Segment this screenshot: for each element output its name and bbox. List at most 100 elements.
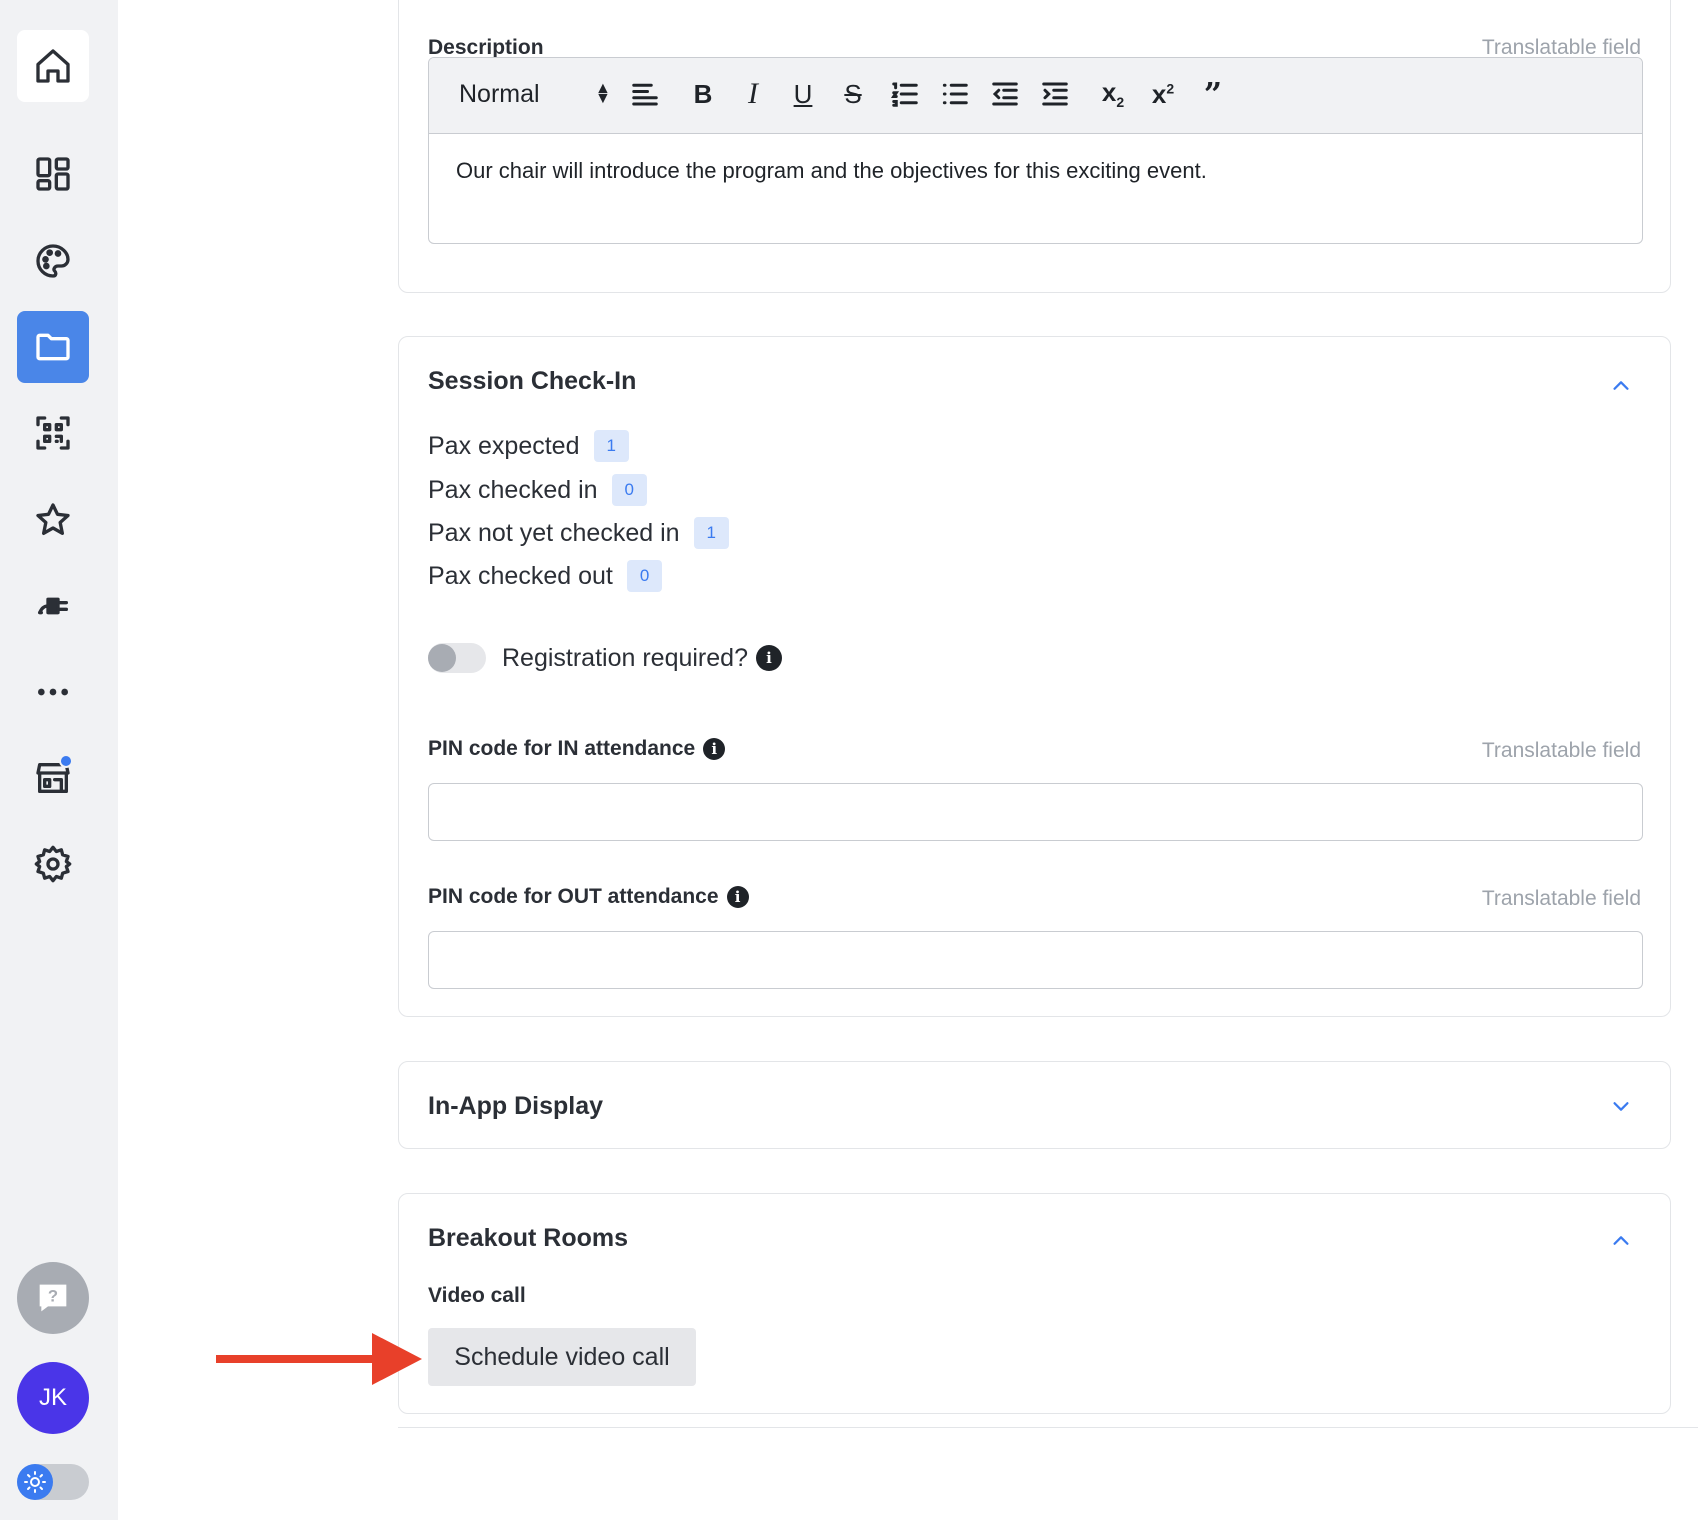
subscript-icon: x2 bbox=[1101, 77, 1125, 111]
ordered-list-icon bbox=[890, 82, 918, 107]
more-icon bbox=[38, 688, 68, 696]
pin-in-label-text: PIN code for IN attendance bbox=[428, 737, 696, 760]
bullet-list-icon bbox=[942, 83, 968, 105]
nav-more[interactable] bbox=[17, 656, 89, 728]
stat-badge: 1 bbox=[693, 517, 730, 549]
outdent-button[interactable] bbox=[989, 76, 1021, 112]
pin-in-label: PIN code for IN attendance i bbox=[428, 737, 726, 761]
editor-toolbar: Normal ▲ ▼ B I U S x2 x2 ” bbox=[429, 58, 1642, 134]
checkin-title: Session Check-In bbox=[428, 367, 637, 395]
indent-icon bbox=[1042, 82, 1068, 106]
palette-icon bbox=[36, 244, 70, 278]
subscript-button[interactable]: x2 bbox=[1097, 76, 1129, 112]
svg-text:?: ? bbox=[48, 1286, 58, 1305]
dashboard-icon bbox=[36, 157, 70, 191]
divider bbox=[398, 1427, 1698, 1428]
registration-toggle[interactable] bbox=[428, 643, 486, 673]
nav-settings[interactable] bbox=[17, 828, 89, 900]
help-button[interactable]: ? bbox=[17, 1262, 89, 1334]
video-call-label: Video call bbox=[428, 1284, 526, 1307]
superscript-icon: x2 bbox=[1151, 78, 1175, 109]
outdent-icon bbox=[992, 82, 1018, 106]
bullet-list-button[interactable] bbox=[939, 76, 971, 112]
nav-content[interactable] bbox=[17, 311, 89, 383]
info-icon[interactable]: i bbox=[755, 645, 782, 671]
nav-integrations[interactable] bbox=[17, 570, 89, 642]
gear-icon bbox=[34, 845, 72, 883]
ordered-list-button[interactable] bbox=[889, 76, 921, 112]
strikethrough-button[interactable]: S bbox=[837, 76, 869, 112]
stat-badge: 0 bbox=[611, 474, 648, 506]
pin-in-translatable-note: Translatable field bbox=[1481, 739, 1641, 762]
nav-home[interactable] bbox=[17, 30, 89, 102]
italic-button[interactable]: I bbox=[737, 76, 769, 112]
pin-in-input[interactable] bbox=[428, 783, 1643, 841]
description-content[interactable]: Our chair will introduce the program and… bbox=[429, 134, 1642, 208]
stat-label: Pax expected bbox=[428, 431, 580, 460]
qr-code-icon bbox=[36, 416, 70, 450]
description-card: Description Translatable field Normal ▲ ▼… bbox=[398, 0, 1671, 293]
indent-button[interactable] bbox=[1039, 76, 1071, 112]
stat-pax-checked-in: Pax checked in 0 bbox=[428, 474, 648, 506]
underline-button[interactable]: U bbox=[787, 76, 819, 112]
chevron-up-icon bbox=[1613, 381, 1629, 390]
avatar[interactable]: JK bbox=[17, 1362, 89, 1434]
plug-icon bbox=[38, 597, 69, 615]
breakout-collapse-button[interactable] bbox=[1610, 1230, 1632, 1252]
inapp-expand-button[interactable] bbox=[1610, 1095, 1632, 1117]
italic-icon: I bbox=[748, 77, 758, 110]
info-icon[interactable]: i bbox=[726, 886, 749, 908]
description-editor[interactable]: Normal ▲ ▼ B I U S x2 x2 ” Our chair wil… bbox=[428, 57, 1643, 244]
schedule-video-call-button[interactable]: Schedule video call bbox=[428, 1328, 696, 1386]
stat-pax-expected: Pax expected 1 bbox=[428, 430, 629, 462]
bold-icon: B bbox=[693, 78, 713, 109]
nav-design[interactable] bbox=[17, 225, 89, 297]
pin-out-input[interactable] bbox=[428, 931, 1643, 989]
pin-out-label-text: PIN code for OUT attendance bbox=[428, 885, 719, 908]
stat-badge: 1 bbox=[593, 430, 629, 462]
align-button[interactable] bbox=[629, 76, 661, 112]
select-arrows-icon: ▲ ▼ bbox=[595, 80, 611, 107]
annotation-arrow-icon bbox=[216, 1333, 422, 1385]
bold-button[interactable]: B bbox=[687, 76, 719, 112]
nav-favorites[interactable] bbox=[17, 484, 89, 556]
inapp-display-card[interactable]: In-App Display bbox=[398, 1061, 1671, 1149]
toggle-knob bbox=[428, 644, 456, 672]
session-checkin-card: Session Check-In Pax expected 1 Pax chec… bbox=[398, 336, 1671, 1017]
stat-pax-checked-out: Pax checked out 0 bbox=[428, 560, 663, 592]
registration-row: Registration required? i bbox=[428, 643, 782, 673]
breakout-rooms-card: Breakout Rooms Video call Schedule video… bbox=[398, 1193, 1671, 1414]
nav-store[interactable] bbox=[17, 742, 89, 814]
stat-pax-not-checked-in: Pax not yet checked in 1 bbox=[428, 517, 730, 549]
theme-knob bbox=[17, 1464, 53, 1500]
registration-label: Registration required? bbox=[502, 643, 748, 672]
format-select[interactable]: Normal bbox=[459, 80, 540, 109]
theme-toggle[interactable] bbox=[17, 1464, 89, 1500]
stat-label: Pax checked in bbox=[428, 475, 598, 504]
nav-qr[interactable] bbox=[17, 397, 89, 469]
superscript-button[interactable]: x2 bbox=[1147, 76, 1179, 112]
chevron-down-icon bbox=[1613, 1102, 1629, 1111]
breakout-title: Breakout Rooms bbox=[428, 1224, 629, 1252]
quote-icon: ” bbox=[1203, 75, 1223, 113]
home-icon bbox=[36, 49, 70, 83]
align-left-icon bbox=[632, 83, 658, 106]
star-icon bbox=[36, 503, 70, 535]
stat-badge: 0 bbox=[626, 560, 663, 592]
sun-icon bbox=[24, 1471, 46, 1493]
help-chat-icon: ? bbox=[39, 1284, 67, 1312]
info-icon[interactable]: i bbox=[703, 738, 726, 760]
chevron-up-icon bbox=[1613, 1236, 1629, 1245]
checkin-collapse-button[interactable] bbox=[1610, 375, 1632, 397]
avatar-initials: JK bbox=[38, 1384, 67, 1411]
inapp-title: In-App Display bbox=[428, 1092, 604, 1120]
nav-dashboard[interactable] bbox=[17, 138, 89, 210]
strikethrough-icon: S bbox=[844, 78, 862, 109]
sidebar: ? JK bbox=[0, 0, 118, 1520]
folder-icon bbox=[36, 333, 70, 361]
stat-label: Pax not yet checked in bbox=[428, 518, 680, 547]
notification-dot bbox=[59, 754, 73, 768]
blockquote-button[interactable]: ” bbox=[1197, 75, 1229, 113]
pin-out-label: PIN code for OUT attendance i bbox=[428, 885, 749, 909]
underline-icon: U bbox=[793, 78, 813, 109]
